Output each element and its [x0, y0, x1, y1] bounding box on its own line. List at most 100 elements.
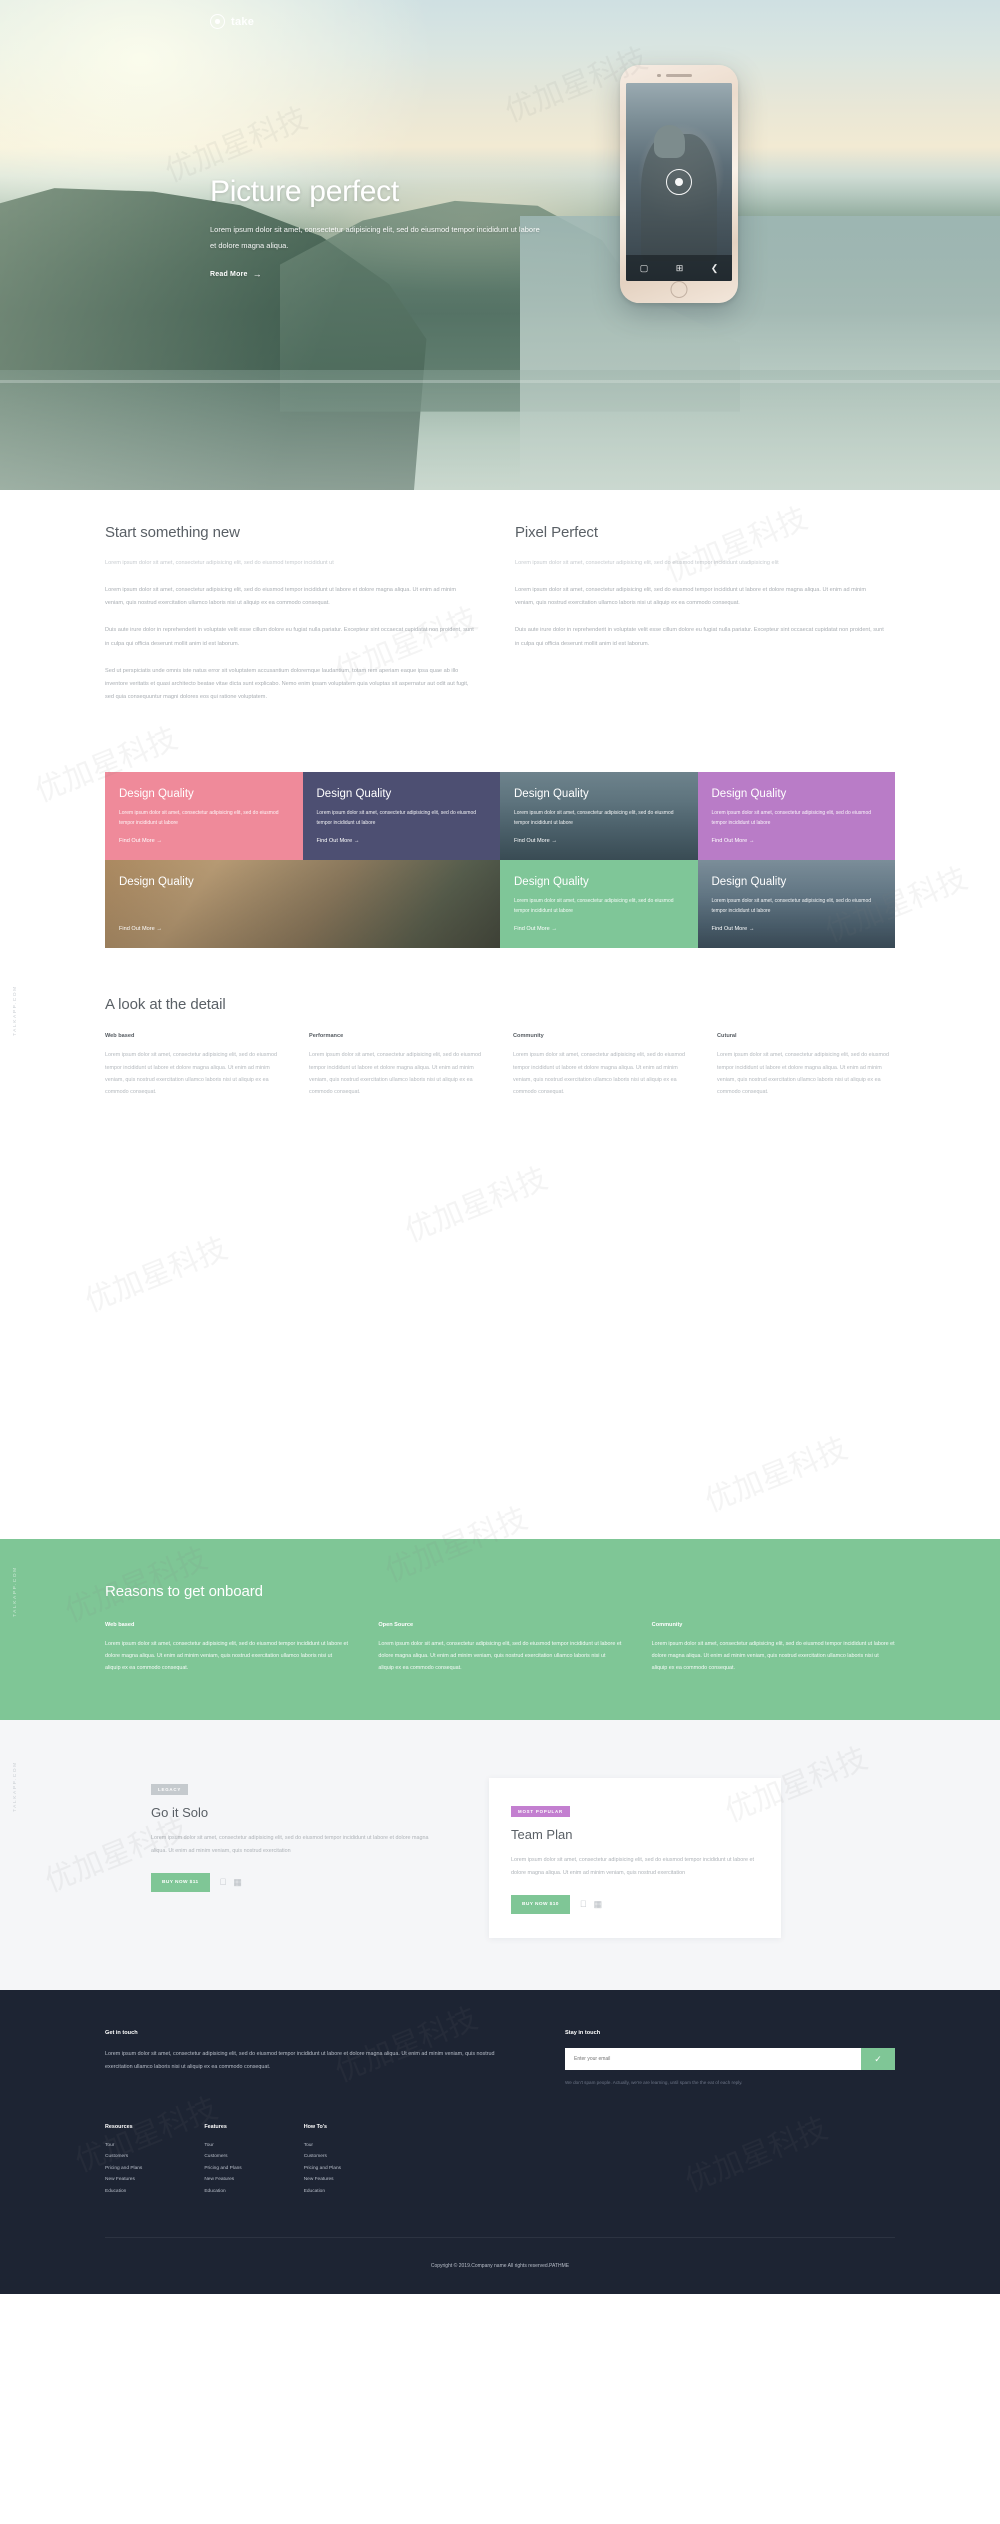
apple-icon: : [580, 1900, 587, 1909]
feature-card-desc: Lorem ipsum dolor sit amet, consectetur …: [316, 809, 477, 826]
copyright-text: Copyright © 2019.Company name All rights…: [430, 2263, 550, 2270]
hero-subtitle: Lorem ipsum dolor sit amet, consectetur …: [210, 225, 540, 250]
plan-description: Lorem ipsum dolor sit amet, consectetur …: [511, 1857, 755, 1876]
footer-get-in-touch-head: Get in touch: [105, 2030, 138, 2037]
feature-card-link[interactable]: Find Out More →: [119, 838, 162, 844]
feature-card-link[interactable]: Find Out More →: [119, 926, 162, 932]
feature-card[interactable]: Design Quality Lorem ipsum dolor sit ame…: [105, 772, 303, 861]
arrow-right-icon: →: [748, 926, 755, 933]
feature-card-title: Design Quality: [119, 788, 194, 801]
hero-read-more-link[interactable]: Read More →: [210, 268, 262, 279]
detail-column: Web based Lorem ipsum dolor sit amet, co…: [105, 1033, 283, 1099]
feature-card-link[interactable]: Find Out More →: [317, 838, 360, 844]
newsletter-form[interactable]: ✓: [565, 2048, 895, 2071]
hero-title: Picture perfect: [210, 175, 399, 208]
detail-column-head: Web based: [105, 1033, 135, 1040]
status-badge: LEGACY: [151, 1784, 189, 1796]
phone-toolbar: ▢ ⊞ ❮: [626, 255, 732, 281]
footer-link[interactable]: Tour: [105, 2140, 142, 2152]
footer-link[interactable]: Tour: [204, 2140, 241, 2152]
buy-now-button[interactable]: BUY NOW $10: [511, 1895, 570, 1915]
windows-icon: ▦: [226, 1877, 242, 1888]
onboard-column: Open Source Lorem ipsum dolor sit amet, …: [378, 1622, 621, 1674]
intro-heading-right: Pixel Perfect: [515, 524, 598, 541]
intro-paragraph: Sed ut perspiciatis unde omnis iste natu…: [105, 667, 469, 700]
arrow-right-icon: →: [156, 926, 162, 933]
feature-card-desc: Lorem ipsum dolor sit amet, consectetur …: [119, 809, 279, 826]
footer-get-in-touch: Get in touch Lorem ipsum dolor sit amet,…: [105, 2030, 505, 2088]
footer-link[interactable]: Education: [304, 2186, 341, 2198]
footer-link[interactable]: Customers: [304, 2151, 341, 2163]
buy-now-button[interactable]: BUY NOW $11: [151, 1873, 210, 1893]
feature-card[interactable]: Design Quality Lorem ipsum dolor sit ame…: [500, 772, 698, 861]
arrow-right-icon: →: [551, 838, 557, 845]
feature-card-link-label: Find Out More: [711, 838, 748, 845]
brand-name: take: [231, 15, 255, 28]
detail-heading: A look at the detail: [105, 996, 226, 1014]
detail-column-body: Lorem ipsum dolor sit amet, consectetur …: [513, 1052, 685, 1096]
feature-card[interactable]: Design Quality Lorem ipsum dolor sit ame…: [500, 860, 698, 949]
feature-card-link-label: Find Out More: [119, 838, 155, 845]
footer-stay-in-touch: Stay in touch ✓ We don't spam people. Ac…: [565, 2030, 895, 2088]
email-field[interactable]: [565, 2048, 861, 2071]
detail-column-body: Lorem ipsum dolor sit amet, consectetur …: [717, 1052, 889, 1096]
camera-icon[interactable]: ▢: [640, 263, 649, 273]
feature-card[interactable]: Design Quality Lorem ipsum dolor sit ame…: [302, 772, 500, 861]
feature-card-link[interactable]: Find Out More →: [712, 838, 755, 844]
shutter-icon[interactable]: [666, 169, 692, 195]
footer-link[interactable]: Education: [204, 2186, 241, 2198]
detail-column-head: Performance: [309, 1033, 344, 1040]
feature-card-link[interactable]: Find Out More →: [514, 838, 557, 844]
pricing-vertical-label: TALKAPP.COM: [13, 1761, 18, 1813]
hero-read-more-label: Read More: [210, 270, 248, 278]
newsletter-submit-button[interactable]: ✓: [861, 2048, 895, 2071]
arrow-right-icon: →: [156, 838, 162, 845]
footer-link-column-features: Features Tour Customers Pricing and Plan…: [204, 2124, 241, 2198]
brand-logo[interactable]: take: [210, 14, 254, 29]
plan-title: Team Plan: [511, 1827, 573, 1843]
footer-link[interactable]: Pricing and Plans: [204, 2163, 241, 2175]
intro-paragraph: Duis aute irure dolor in reprehenderit i…: [515, 627, 884, 647]
os-icons:  ▦: [580, 1900, 602, 1909]
footer-column-head: Features: [204, 2123, 227, 2130]
phone-home-button[interactable]: [670, 281, 688, 298]
feature-card[interactable]: Design Quality Find Out More →: [105, 860, 500, 949]
feature-card-desc: Lorem ipsum dolor sit amet, consectetur …: [514, 809, 674, 826]
pricing-section: TALKAPP.COM LEGACY Go it Solo Lorem ipsu…: [0, 1720, 1000, 1991]
copyright-accent-link[interactable]: PATHME: [549, 2263, 569, 2269]
footer-link-column-howtos: How To's Tour Customers Pricing and Plan…: [304, 2124, 341, 2198]
onboard-column: Web based Lorem ipsum dolor sit amet, co…: [105, 1622, 348, 1674]
footer-link[interactable]: Pricing and Plans: [105, 2163, 142, 2175]
detail-column-body: Lorem ipsum dolor sit amet, consectetur …: [105, 1052, 277, 1096]
footer-link[interactable]: Tour: [304, 2140, 341, 2152]
share-icon[interactable]: ❮: [711, 263, 719, 273]
footer-column-head: How To's: [303, 2123, 328, 2130]
arrow-right-icon: →: [748, 838, 755, 845]
feature-card-title: Design Quality: [514, 788, 589, 801]
footer-link[interactable]: Pricing and Plans: [304, 2163, 341, 2175]
feature-card-title: Design Quality: [711, 788, 787, 801]
os-icons:  ▦: [220, 1878, 242, 1887]
intro-lead-left: Lorem ipsum dolor sit amet, consectetur …: [105, 560, 334, 566]
feature-card[interactable]: Design Quality Lorem ipsum dolor sit ame…: [698, 860, 896, 949]
footer-link[interactable]: New Features: [204, 2174, 241, 2186]
phone-photo-hat: [653, 124, 686, 159]
feature-card-link[interactable]: Find Out More →: [514, 926, 557, 932]
intro-paragraph: Duis aute irure dolor in reprehenderit i…: [105, 627, 474, 647]
grid-icon[interactable]: ⊞: [676, 263, 684, 273]
footer-link[interactable]: New Features: [304, 2174, 341, 2186]
detail-column-head: Community: [513, 1033, 544, 1040]
feature-card-link[interactable]: Find Out More →: [712, 926, 755, 932]
feature-card[interactable]: Design Quality Lorem ipsum dolor sit ame…: [697, 772, 895, 861]
footer-link[interactable]: New Features: [105, 2174, 142, 2186]
footer-link[interactable]: Education: [105, 2186, 142, 2198]
intro-lead-right: Lorem ipsum dolor sit amet, consectetur …: [515, 560, 779, 566]
footer-link[interactable]: Customers: [204, 2151, 241, 2163]
detail-section: TALKAPP.COM A look at the detail Web bas…: [0, 948, 1000, 1159]
windows-icon: ▦: [586, 1899, 603, 1910]
detail-column: Community Lorem ipsum dolor sit amet, co…: [513, 1033, 691, 1099]
arrow-right-icon: →: [252, 268, 262, 279]
footer-link[interactable]: Customers: [105, 2151, 142, 2163]
phone-camera-icon: [657, 73, 661, 77]
feature-card-link-label: Find Out More: [514, 926, 550, 933]
